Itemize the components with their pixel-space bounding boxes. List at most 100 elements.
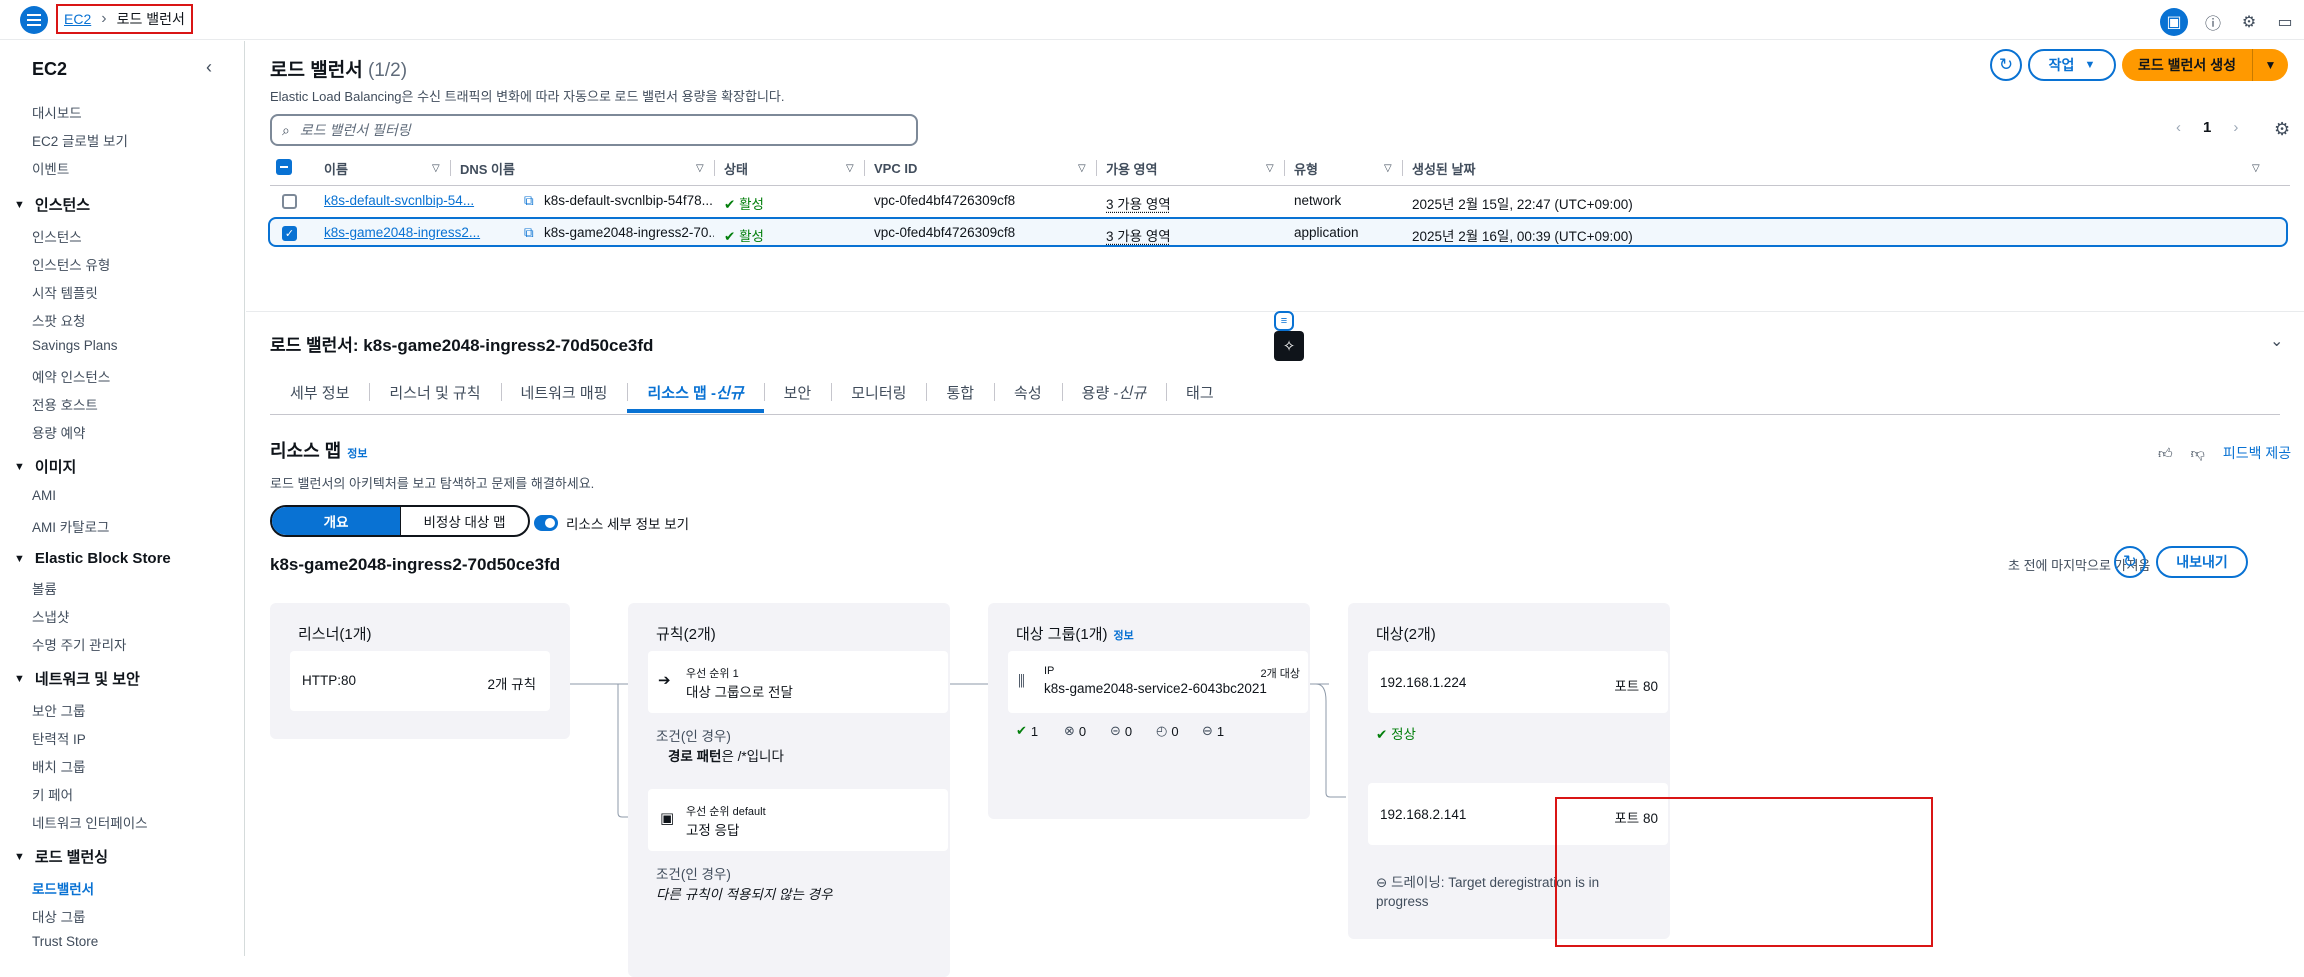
- sidebar-item[interactable]: EC2 글로벌 보기: [0, 125, 244, 153]
- tab[interactable]: 리스너 및 규칙: [369, 375, 500, 409]
- column-divider[interactable]: [864, 157, 865, 179]
- tab[interactable]: 세부 정보: [270, 375, 369, 409]
- tab[interactable]: 태그: [1166, 375, 1234, 409]
- table-settings-icon[interactable]: ⚙: [2274, 119, 2290, 140]
- sidebar-item[interactable]: 대상 그룹: [0, 901, 244, 929]
- ai-assist-icon[interactable]: ✧: [1274, 331, 1304, 361]
- sidebar-section[interactable]: ▼ 인스턴스: [0, 187, 244, 221]
- copy-icon[interactable]: ⧉: [524, 193, 536, 209]
- column-header[interactable]: DNS 이름: [460, 157, 515, 179]
- sidebar-item[interactable]: 수명 주기 관리자: [0, 629, 244, 657]
- sidebar-item[interactable]: 네트워크 인터페이스: [0, 807, 244, 835]
- tab[interactable]: 용량 - 신규: [1061, 375, 1166, 409]
- tab[interactable]: 속성: [994, 375, 1062, 409]
- collapse-icon[interactable]: ‹: [206, 57, 212, 78]
- seg-overview[interactable]: 개요: [272, 507, 400, 535]
- feedback-icon[interactable]: ▭: [2274, 11, 2296, 33]
- sort-icon[interactable]: ▽: [846, 157, 854, 179]
- rule-card-default[interactable]: ▣ 우선 순위 default 고정 응답: [648, 789, 948, 851]
- sidebar-item[interactable]: Savings Plans: [0, 333, 244, 361]
- availability-zones[interactable]: 3 가용 영역: [1106, 225, 1171, 245]
- info-link[interactable]: 정보: [347, 448, 367, 460]
- sidebar-item[interactable]: 로드밸런서: [0, 873, 244, 901]
- target-card-1[interactable]: 192.168.1.224 포트 80: [1368, 651, 1668, 713]
- sidebar-item[interactable]: 용량 예약: [0, 417, 244, 445]
- column-header[interactable]: 이름: [324, 157, 348, 179]
- tab[interactable]: 통합: [926, 375, 994, 409]
- sort-icon[interactable]: ▽: [696, 157, 704, 179]
- menu-icon[interactable]: [20, 6, 48, 34]
- table-row[interactable]: k8s-default-svcnlbip-54... ⧉ k8s-default-s…: [270, 187, 2290, 217]
- sidebar-item[interactable]: 대시보드: [0, 97, 244, 125]
- sort-icon[interactable]: ▽: [2252, 157, 2260, 179]
- refresh-button[interactable]: ↻: [1990, 49, 2022, 81]
- thumbs-down-icon[interactable]: 👎︎: [2191, 445, 2205, 462]
- details-toggle[interactable]: 리소스 세부 정보 보기: [534, 513, 689, 533]
- lb-name-link[interactable]: k8s-default-svcnlbip-54...: [324, 193, 494, 208]
- sidebar-item[interactable]: 시작 템플릿: [0, 277, 244, 305]
- column-divider[interactable]: [450, 157, 451, 179]
- drag-handle-icon[interactable]: ≡: [1274, 311, 1294, 331]
- sidebar-item[interactable]: 전용 호스트: [0, 389, 244, 417]
- column-header[interactable]: 가용 영역: [1106, 157, 1157, 179]
- table-row[interactable]: ✓ k8s-game2048-ingress2... ⧉ k8s-game2048-i…: [268, 217, 2288, 247]
- column-header[interactable]: 유형: [1294, 157, 1318, 179]
- info-icon[interactable]: ⓘ: [2202, 11, 2224, 33]
- row-checkbox[interactable]: ✓: [282, 226, 297, 241]
- listener-card[interactable]: HTTP:80 2개 규칙: [290, 651, 550, 711]
- tg-info-link[interactable]: 정보: [1114, 630, 1134, 642]
- export-button[interactable]: 내보내기: [2156, 546, 2248, 578]
- select-all-checkbox[interactable]: [276, 159, 292, 175]
- create-lb-button[interactable]: 로드 밸런서 생성: [2122, 49, 2252, 81]
- sidebar-item[interactable]: 인스턴스 유형: [0, 249, 244, 277]
- sidebar-item[interactable]: 키 페어: [0, 779, 244, 807]
- rule-card-1[interactable]: ➔ 우선 순위 1 대상 그룹으로 전달: [648, 651, 948, 713]
- search-input[interactable]: ⌕ 로드 밸런서 필터링: [270, 114, 918, 146]
- tab[interactable]: 네트워크 매핑: [500, 375, 628, 409]
- availability-zones[interactable]: 3 가용 영역: [1106, 193, 1171, 213]
- sidebar-section[interactable]: ▼ 로드 밸런싱: [0, 839, 244, 873]
- sort-icon[interactable]: ▽: [1078, 157, 1086, 179]
- prev-page-icon[interactable]: ‹: [2176, 119, 2181, 136]
- sidebar-item[interactable]: 스팟 요청: [0, 305, 244, 333]
- sidebar-item[interactable]: Trust Store: [0, 929, 244, 956]
- tab[interactable]: 리소스 맵 - 신규: [627, 375, 764, 413]
- sidebar-section[interactable]: ▼ Elastic Block Store: [0, 543, 244, 573]
- sidebar-item[interactable]: 이벤트: [0, 153, 244, 181]
- sidebar-item[interactable]: 예약 인스턴스: [0, 361, 244, 389]
- column-divider[interactable]: [1284, 157, 1285, 179]
- tab[interactable]: 모니터링: [831, 375, 926, 409]
- lb-name-link[interactable]: k8s-game2048-ingress2...: [324, 225, 494, 240]
- app-icon[interactable]: ▣: [2160, 8, 2188, 36]
- column-header[interactable]: 생성된 날짜: [1412, 157, 1475, 179]
- sidebar-section[interactable]: ▼ 이미지: [0, 449, 244, 483]
- sort-icon[interactable]: ▽: [1266, 157, 1274, 179]
- sidebar-section[interactable]: ▼ 네트워크 및 보안: [0, 661, 244, 695]
- create-lb-dropdown[interactable]: ▼: [2252, 49, 2288, 81]
- sidebar-item[interactable]: 볼륨: [0, 573, 244, 601]
- tab[interactable]: 보안: [763, 375, 832, 409]
- copy-icon[interactable]: ⧉: [524, 225, 536, 241]
- chevron-down-icon[interactable]: ⌄: [2270, 331, 2283, 351]
- sidebar-item[interactable]: AMI: [0, 483, 244, 511]
- column-divider[interactable]: [714, 157, 715, 179]
- sidebar-item[interactable]: 배치 그룹: [0, 751, 244, 779]
- map-refresh-button[interactable]: ↻: [2114, 546, 2146, 578]
- column-divider[interactable]: [1096, 157, 1097, 179]
- toggle-switch[interactable]: [534, 515, 558, 531]
- breadcrumb-ec2-link[interactable]: EC2: [64, 11, 91, 27]
- sidebar-item[interactable]: 스냅샷: [0, 601, 244, 629]
- row-checkbox[interactable]: [282, 194, 297, 209]
- target-group-card[interactable]: ⫼ IP 2개 대상 k8s-game2048-service2-6043bc2…: [1008, 651, 1308, 713]
- feedback-link[interactable]: 피드백 제공: [2223, 443, 2291, 463]
- next-page-icon[interactable]: ›: [2233, 119, 2238, 136]
- sidebar-item[interactable]: 탄력적 IP: [0, 723, 244, 751]
- settings-icon[interactable]: ⚙: [2238, 11, 2260, 33]
- seg-unhealthy[interactable]: 비정상 대상 맵: [400, 507, 528, 535]
- sidebar-item[interactable]: AMI 카탈로그: [0, 511, 244, 539]
- thumbs-up-icon[interactable]: 👍︎: [2158, 445, 2173, 462]
- actions-button[interactable]: 작업 ▼: [2028, 49, 2116, 81]
- page-number[interactable]: 1: [2203, 119, 2211, 136]
- sort-icon[interactable]: ▽: [1384, 157, 1392, 179]
- sidebar-item[interactable]: 보안 그룹: [0, 695, 244, 723]
